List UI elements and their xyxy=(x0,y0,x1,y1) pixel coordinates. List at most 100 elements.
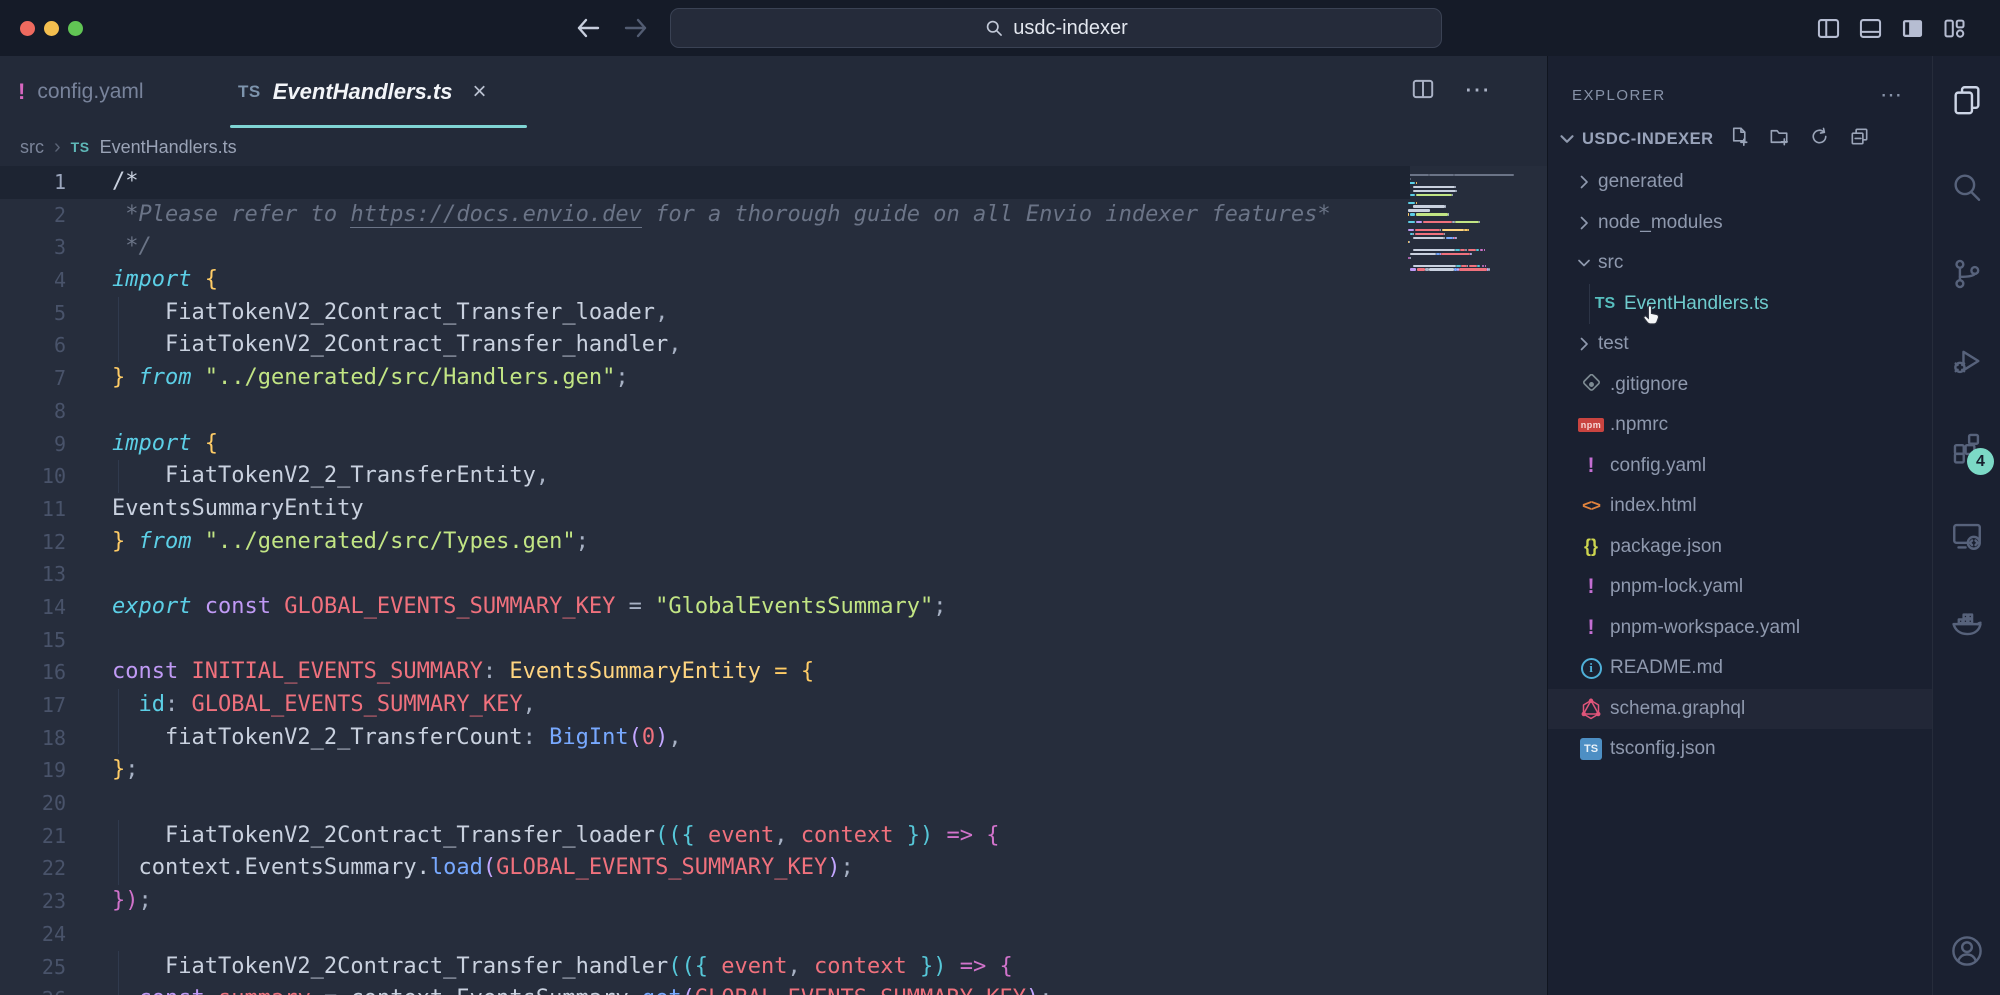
code-line-text[interactable]: } from "../generated/src/Types.gen"; xyxy=(66,529,589,554)
toggle-panel-right-icon[interactable] xyxy=(1899,15,1926,42)
command-center-search[interactable]: usdc-indexer xyxy=(670,8,1442,48)
minimap-segment xyxy=(1484,249,1485,251)
code-token: ) xyxy=(1026,986,1039,995)
activity-extensions[interactable]: 4 xyxy=(1933,404,2000,491)
yaml-icon: ! xyxy=(1588,616,1595,640)
toggle-panel-left-icon[interactable] xyxy=(1815,15,1842,42)
file-schema-graphql[interactable]: schema.graphql xyxy=(1548,689,1932,730)
folder-src[interactable]: src xyxy=(1548,243,1932,284)
close-tab-icon[interactable]: × xyxy=(472,78,486,106)
activity-explorer[interactable] xyxy=(1933,56,2000,143)
code-line-text[interactable] xyxy=(66,561,112,586)
activity-remote-explorer[interactable] xyxy=(1933,491,2000,578)
folder-node-modules[interactable]: node_modules xyxy=(1548,203,1932,244)
code-line-text[interactable]: context.EventsSummary.load(GLOBAL_EVENTS… xyxy=(66,855,854,880)
code-editor[interactable]: 1/*2 *Please refer to https://docs.envio… xyxy=(0,166,1547,995)
code-line: 26 const summary = context.EventsSummary… xyxy=(0,983,1410,995)
code-line-text[interactable]: export const GLOBAL_EVENTS_SUMMARY_KEY =… xyxy=(66,594,947,619)
file-pnpm-workspace-yaml[interactable]: !pnpm-workspace.yaml xyxy=(1548,608,1932,649)
breadcrumb-file[interactable]: EventHandlers.ts xyxy=(100,137,237,158)
file--gitignore[interactable]: .gitignore xyxy=(1548,365,1932,406)
toggle-panel-bottom-icon[interactable] xyxy=(1857,15,1884,42)
activity-run-debug[interactable] xyxy=(1933,317,2000,404)
code-line-text[interactable]: const summary = context.EventsSummary.ge… xyxy=(66,986,1053,995)
code-line-text[interactable]: */ xyxy=(66,234,152,259)
code-token: event xyxy=(721,954,787,979)
minimap-segment xyxy=(1413,186,1456,188)
activity-source-control[interactable] xyxy=(1933,230,2000,317)
new-folder-button[interactable] xyxy=(1768,125,1791,153)
file-tsconfig-json[interactable]: TStsconfig.json xyxy=(1548,729,1932,770)
code-line-text[interactable] xyxy=(66,627,112,652)
search-icon xyxy=(1950,170,1984,204)
code-token: INITIAL_EVENTS_SUMMARY xyxy=(191,659,482,684)
code-line-text[interactable]: FiatTokenV2_2Contract_Transfer_handler, xyxy=(66,332,682,357)
code-token: = xyxy=(761,659,801,684)
new-file-icon xyxy=(1728,125,1751,148)
activity-account[interactable] xyxy=(1933,921,2000,981)
minimap-line xyxy=(1408,241,1523,243)
code-token: FiatTokenV2_2Contract_Transfer_loader xyxy=(112,300,655,325)
minimap-line xyxy=(1408,213,1523,215)
collapse-all-button[interactable] xyxy=(1848,125,1871,153)
code-token: ) xyxy=(827,855,840,880)
split-editor-icon[interactable] xyxy=(1410,76,1436,102)
folder-generated[interactable]: generated xyxy=(1548,162,1932,203)
code-line-text[interactable]: import { xyxy=(66,431,218,456)
minimap-line xyxy=(1408,221,1523,223)
refresh-button[interactable] xyxy=(1808,125,1831,153)
tab-eventhandlers-ts[interactable]: TS EventHandlers.ts × xyxy=(232,56,492,128)
customize-layout-icon[interactable] xyxy=(1941,15,1968,42)
code-line-text[interactable]: import { xyxy=(66,267,218,292)
code-line-text[interactable]: FiatTokenV2_2Contract_Transfer_loader, xyxy=(66,300,668,325)
zoom-window-button[interactable] xyxy=(68,21,83,36)
activity-docker[interactable] xyxy=(1933,578,2000,665)
breadcrumb-folder[interactable]: src xyxy=(20,137,44,158)
typescript-icon: TS xyxy=(238,82,261,102)
code-line-text[interactable]: fiatTokenV2_2_TransferCount: BigInt(0), xyxy=(66,725,682,750)
code-line-text[interactable]: }; xyxy=(66,757,139,782)
file-pnpm-lock-yaml[interactable]: !pnpm-lock.yaml xyxy=(1548,567,1932,608)
code-line-text[interactable]: const INITIAL_EVENTS_SUMMARY: EventsSumm… xyxy=(66,659,814,684)
file-index-html[interactable]: <>index.html xyxy=(1548,486,1932,527)
code-line-text[interactable]: FiatTokenV2_2Contract_Transfer_handler((… xyxy=(66,954,1013,979)
code-token: ; xyxy=(615,365,628,390)
more-actions-icon[interactable]: ⋯ xyxy=(1464,79,1492,99)
file-package-json[interactable]: {}package.json xyxy=(1548,527,1932,568)
file-readme-md[interactable]: iREADME.md xyxy=(1548,648,1932,689)
minimize-window-button[interactable] xyxy=(44,21,59,36)
line-number: 15 xyxy=(0,624,66,657)
forward-arrow-icon[interactable] xyxy=(620,13,652,43)
code-line-text[interactable]: } from "../generated/src/Handlers.gen"; xyxy=(66,365,629,390)
explorer-more-actions-icon[interactable]: ⋯ xyxy=(1880,85,1904,105)
tab-config-yaml[interactable]: ! config.yaml xyxy=(18,56,144,128)
file--npmrc[interactable]: npm.npmrc xyxy=(1548,405,1932,446)
code-line-text[interactable]: FiatTokenV2_2_TransferEntity, xyxy=(66,463,549,488)
code-line-text[interactable]: EventsSummaryEntity xyxy=(66,496,364,521)
activity-search[interactable] xyxy=(1933,143,2000,230)
back-arrow-icon[interactable] xyxy=(572,13,604,43)
code-token: BigInt xyxy=(549,725,628,750)
code-line-text[interactable]: id: GLOBAL_EVENTS_SUMMARY_KEY, xyxy=(66,692,536,717)
code-token xyxy=(125,365,138,390)
code-line-text[interactable] xyxy=(66,921,112,946)
minimap[interactable] xyxy=(1408,170,1523,272)
workspace-section-header[interactable]: USDC-INDEXER xyxy=(1548,116,1932,162)
code-line-text[interactable] xyxy=(66,398,112,423)
new-file-button[interactable] xyxy=(1728,125,1751,153)
close-window-button[interactable] xyxy=(20,21,35,36)
file-eventhandlers-ts[interactable]: TSEventHandlers.ts xyxy=(1548,284,1932,325)
code-line-text[interactable]: }); xyxy=(66,888,152,913)
folder-test[interactable]: test xyxy=(1548,324,1932,365)
code-line-text[interactable] xyxy=(66,790,112,815)
code-line-text[interactable]: *Please refer to https://docs.envio.dev … xyxy=(66,202,1331,227)
code-line-text[interactable]: /* xyxy=(66,169,139,194)
line-number: 1 xyxy=(0,166,66,199)
code-token xyxy=(801,954,814,979)
line-number: 8 xyxy=(0,395,66,428)
code-line-text[interactable]: FiatTokenV2_2Contract_Transfer_loader(({… xyxy=(66,823,1000,848)
minimap-segment xyxy=(1413,265,1457,267)
search-input[interactable]: usdc-indexer xyxy=(1013,17,1128,40)
minimap-segment xyxy=(1410,253,1435,255)
file-config-yaml[interactable]: !config.yaml xyxy=(1548,446,1932,487)
